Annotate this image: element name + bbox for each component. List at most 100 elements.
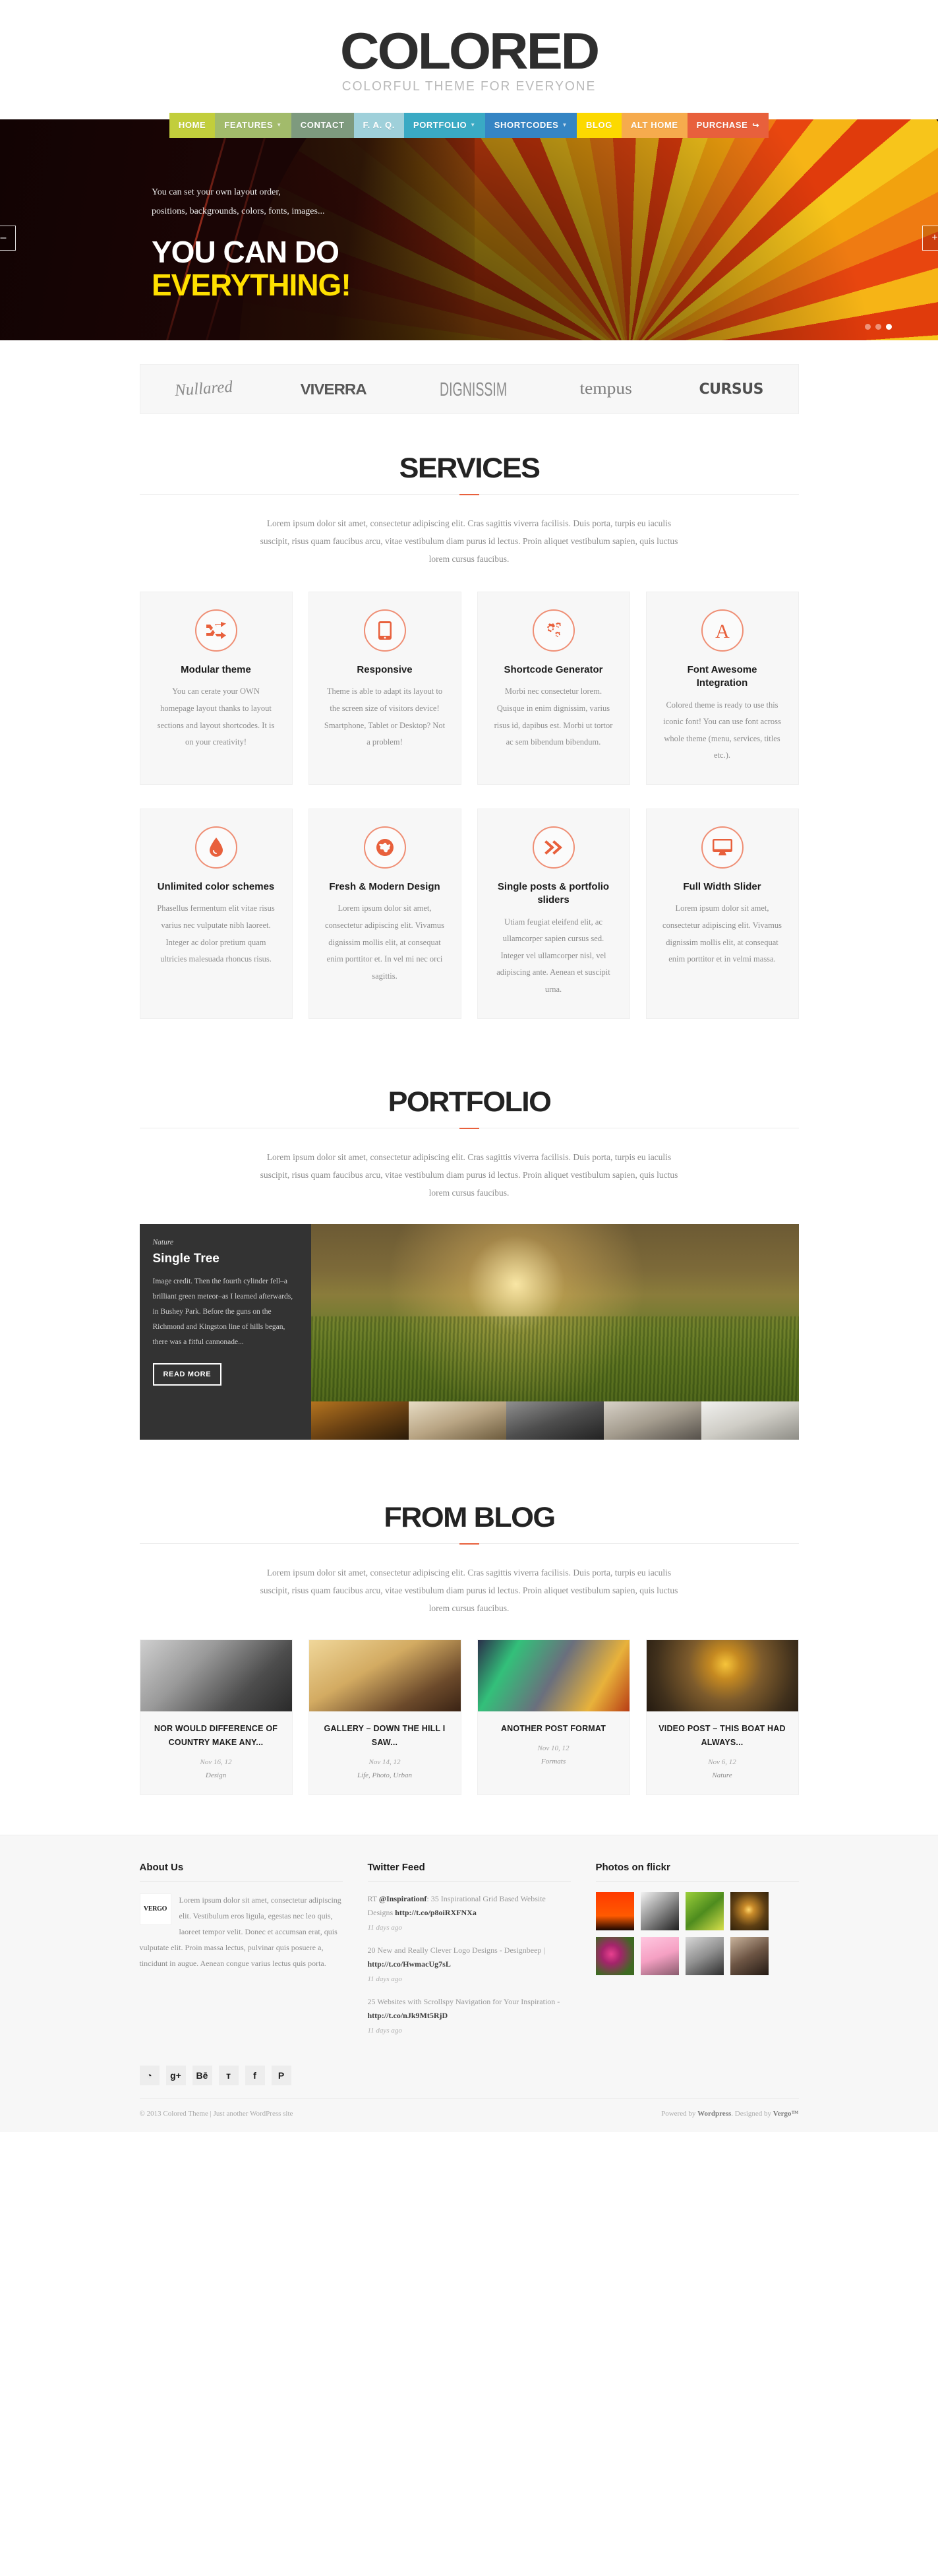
blog-post-title[interactable]: GALLERY – DOWN THE HILL I SAW... (320, 1722, 450, 1750)
blog-section: FROM BLOG Lorem ipsum dolor sit amet, co… (139, 1440, 799, 1795)
slider-dot[interactable] (886, 324, 892, 330)
nav-item-portfolio[interactable]: PORTFOLIO ▼ (403, 113, 485, 138)
desktop-icon (701, 826, 744, 869)
blog-post-title[interactable]: ANOTHER POST FORMAT (488, 1722, 619, 1736)
service-title: Modular theme (181, 664, 251, 676)
chevrons-icon (532, 826, 575, 869)
service-card: Shortcode Generator Morbi nec consectetur… (477, 592, 630, 785)
portfolio-thumb[interactable] (701, 1401, 799, 1440)
nav-item-shortcodes[interactable]: SHORTCODES ▼ (484, 113, 577, 138)
blog-post-thumbnail[interactable] (140, 1640, 292, 1711)
slider-next-button[interactable]: + (922, 225, 938, 251)
portfolio-item-title: Single Tree (152, 1251, 220, 1266)
credits-text: Powered by Wordpress. Designed by Vergo™ (661, 2110, 798, 2118)
site-logo[interactable]: COLORED (0, 25, 938, 77)
nav-item-home[interactable]: HOME (169, 113, 216, 138)
service-card: Modular theme You can cerate your OWN hom… (139, 592, 293, 785)
blog-post-date: Nov 6, 12 (708, 1758, 736, 1767)
blog-post-card[interactable]: VIDEO POST – THIS BOAT HAD ALWAYS... Nov … (645, 1639, 799, 1795)
portfolio-thumb[interactable] (506, 1401, 604, 1440)
flickr-photo[interactable] (685, 1936, 724, 1975)
portfolio-featured-image[interactable] (310, 1223, 799, 1401)
footer-flickr-column: Photos on flickr (595, 1862, 799, 2047)
nav-item-contact[interactable]: CONTACT (291, 113, 354, 138)
read-more-button[interactable]: READ MORE (152, 1363, 222, 1386)
brand-logo[interactable]: VIVERRA (301, 381, 367, 398)
service-card: Responsive Theme is able to adapt its lay… (308, 592, 461, 785)
credits-wordpress[interactable]: Wordpress (697, 2110, 731, 2118)
flickr-photo[interactable] (595, 1936, 634, 1975)
brand-logo[interactable]: tempus (580, 380, 632, 398)
nav-item-label: ALT HOME (630, 120, 678, 131)
flickr-photo[interactable] (730, 1936, 769, 1975)
nav-item-blog[interactable]: BLOG (576, 113, 622, 138)
credits-author[interactable]: Vergo™ (773, 2110, 799, 2118)
blog-post-title[interactable]: VIDEO POST – THIS BOAT HAD ALWAYS... (657, 1722, 788, 1750)
blog-post-thumbnail[interactable] (308, 1640, 461, 1711)
blog-post-title[interactable]: NOR WOULD DIFFERENCE OF COUNTRY MAKE ANY… (151, 1722, 281, 1750)
behance-icon[interactable]: Bē (192, 2065, 212, 2085)
slider-prev-button[interactable]: – (0, 225, 16, 251)
portfolio-thumb[interactable] (603, 1401, 701, 1440)
brand-logo[interactable]: Nullared (174, 378, 233, 400)
flickr-photo[interactable] (685, 1891, 724, 1930)
flickr-photo[interactable] (730, 1891, 769, 1930)
service-text: Phasellus fermentum elit vitae risus var… (157, 904, 275, 964)
nav-item-label: PURCHASE (696, 120, 748, 131)
tweet-link[interactable]: http://t.co/p8oiRXFNXa (395, 1908, 477, 1917)
nav-item-label: FEATURES (224, 120, 274, 131)
tweet-link[interactable]: http://t.co/nJk9Mt5RjD (368, 2011, 448, 2020)
service-card: Unlimited color schemes Phasellus ferment… (139, 809, 293, 1019)
brand-logo[interactable]: CURSUS (699, 381, 763, 398)
services-description: Lorem ipsum dolor sit amet, consectetur … (260, 518, 678, 565)
nav-item-purchase[interactable]: PURCHASE ↪ (687, 113, 769, 138)
brand-logo[interactable]: DIGNISSIM (440, 378, 507, 400)
flickr-photo[interactable] (595, 1891, 634, 1930)
slider-dot[interactable] (865, 324, 871, 330)
blog-post-thumbnail[interactable] (646, 1640, 798, 1711)
rss-icon[interactable]: ◔ (139, 2065, 160, 2085)
tweet-handle[interactable]: @Inspirationf (379, 1894, 427, 1903)
twitter-icon[interactable]: ᴛ (218, 2065, 239, 2085)
flickr-photo[interactable] (640, 1891, 679, 1930)
social-links: ◔ g+ Bē ᴛ f P (139, 2047, 799, 2085)
nav-item-features[interactable]: FEATURES ▼ (215, 113, 291, 138)
twitter-feed-list: RT @Inspirationf: 35 Inspirational Grid … (368, 1892, 571, 2038)
pinterest-icon[interactable]: P (271, 2065, 291, 2085)
blog-post-categories[interactable]: Nature (657, 1769, 788, 1783)
about-body: VERGO Lorem ipsum dolor sit amet, consec… (139, 1892, 343, 1971)
blog-post-card[interactable]: GALLERY – DOWN THE HILL I SAW... Nov 14, … (308, 1639, 461, 1795)
tweet-prefix: RT (367, 1893, 379, 1903)
slider-pagination (865, 324, 892, 330)
blog-post-meta: Nov 6, 12 Nature (657, 1756, 788, 1783)
shuffle-icon (194, 609, 237, 652)
slide-headline-line2: EVERYTHING! (152, 267, 351, 302)
copyright-text: © 2013 Colored Theme | Just another Word… (139, 2109, 293, 2118)
tweet-timestamp: 11 days ago (367, 2027, 402, 2035)
flickr-photo[interactable] (640, 1936, 679, 1975)
services-title: SERVICES (399, 452, 540, 485)
blog-post-thumbnail[interactable] (477, 1640, 630, 1711)
blog-post-categories[interactable]: Formats (488, 1756, 619, 1769)
blog-post-categories[interactable]: Life, Photo, Urban (320, 1769, 450, 1783)
service-card: A Font Awesome Integration Colored theme i… (645, 592, 799, 785)
blog-post-card[interactable]: ANOTHER POST FORMAT Nov 10, 12 Formats (477, 1639, 630, 1795)
facebook-icon[interactable]: f (245, 2065, 265, 2085)
nav-item-alt-home[interactable]: ALT HOME (621, 113, 688, 138)
brand-strip: Nullared VIVERRA DIGNISSIM tempus CURSUS (139, 364, 799, 415)
blog-post-card[interactable]: NOR WOULD DIFFERENCE OF COUNTRY MAKE ANY… (139, 1639, 293, 1795)
slider-dot[interactable] (875, 324, 881, 330)
service-text: Utiam feugiat eleifend elit, ac ullamcor… (496, 917, 610, 995)
blog-post-categories[interactable]: Design (151, 1769, 281, 1783)
portfolio-thumb[interactable] (408, 1401, 506, 1440)
service-card: Full Width Slider Lorem ipsum dolor sit a… (645, 809, 799, 1019)
nav-item-f-a-q[interactable]: F. A. Q. (353, 113, 404, 138)
portfolio-header: PORTFOLIO (139, 1048, 799, 1128)
googleplus-icon[interactable]: g+ (165, 2065, 186, 2085)
chevron-down-icon: ▼ (276, 121, 282, 128)
tweet-link[interactable]: http://t.co/HwmacUg7sL (368, 1959, 451, 1969)
brand-strip-section: Nullared VIVERRA DIGNISSIM tempus CURSUS (0, 340, 938, 415)
chevron-down-icon: ▼ (562, 121, 568, 128)
portfolio-thumb[interactable] (310, 1401, 409, 1440)
portfolio-thumbnail-strip (139, 1401, 799, 1440)
